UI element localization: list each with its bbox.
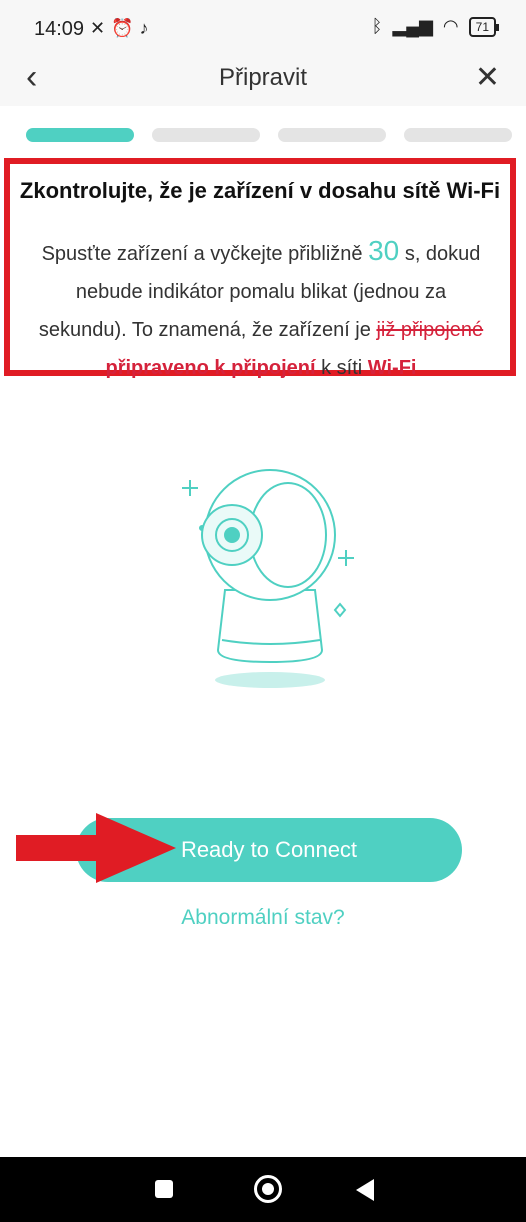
- camera-shadow: [215, 672, 325, 688]
- page-title: Připravit: [218, 64, 308, 91]
- alarm-icon: ⏰: [111, 18, 140, 38]
- ready-text: připraveno k připojení: [105, 357, 316, 379]
- top-bar: ‹ Připravit ✕: [0, 50, 526, 106]
- step-progress: [26, 128, 512, 142]
- step-4: [404, 128, 512, 142]
- step-3: [278, 128, 386, 142]
- recent-apps-icon[interactable]: [155, 1180, 173, 1198]
- step-1: [26, 128, 134, 142]
- sparkle-diamond-icon: [333, 602, 347, 618]
- instruction-heading: Zkontrolujte, že je zařízení v dosahu sí…: [19, 178, 501, 203]
- system-icons: ᛒ ▂▄▆ ◠ 71: [371, 16, 500, 37]
- instruction-highlight: Zkontrolujte, že je zařízení v dosahu sí…: [4, 158, 516, 379]
- back-triangle-icon[interactable]: [356, 1179, 374, 1201]
- home-icon[interactable]: [254, 1175, 282, 1203]
- seconds-value: 30: [368, 235, 400, 266]
- notification-icons: ✕⏰♪: [90, 18, 155, 39]
- battery-icon: 71: [468, 16, 500, 37]
- red-arrow-annotation: [16, 813, 176, 883]
- sparkle-plus-icon: [338, 550, 354, 566]
- camera-lens-core: [224, 527, 240, 543]
- sparkle-plus-icon: [182, 480, 198, 496]
- bluetooth-icon: ᛒ: [371, 16, 383, 36]
- wifi-icon: ◠: [442, 16, 459, 36]
- step-2: [152, 128, 260, 142]
- abnormal-state-link[interactable]: Abnormální stav?: [0, 906, 526, 930]
- instruction-part-1: Spusťte zařízení a vyčkejte přibližně: [41, 243, 369, 265]
- tiktok-icon: ♪: [139, 18, 155, 38]
- wifi-text: Wi-Fi: [367, 357, 417, 379]
- instruction-part-3: k síti: [315, 357, 368, 379]
- battery-level: 71: [475, 19, 489, 34]
- signal-icon: ▂▄▆: [392, 16, 433, 36]
- close-icon[interactable]: ✕: [475, 60, 500, 95]
- instruction-text: Spusťte zařízení a vyčkejte přibližně 30…: [30, 232, 492, 387]
- status-bar: 14:09 ✕⏰♪ ᛒ ▂▄▆ ◠ 71: [0, 0, 526, 50]
- mute-icon: ✕: [90, 18, 112, 38]
- navigation-bar: [0, 1157, 526, 1222]
- status-time: 14:09: [34, 18, 85, 40]
- struck-text: již připojené: [376, 319, 484, 341]
- camera-illustration: [182, 469, 354, 688]
